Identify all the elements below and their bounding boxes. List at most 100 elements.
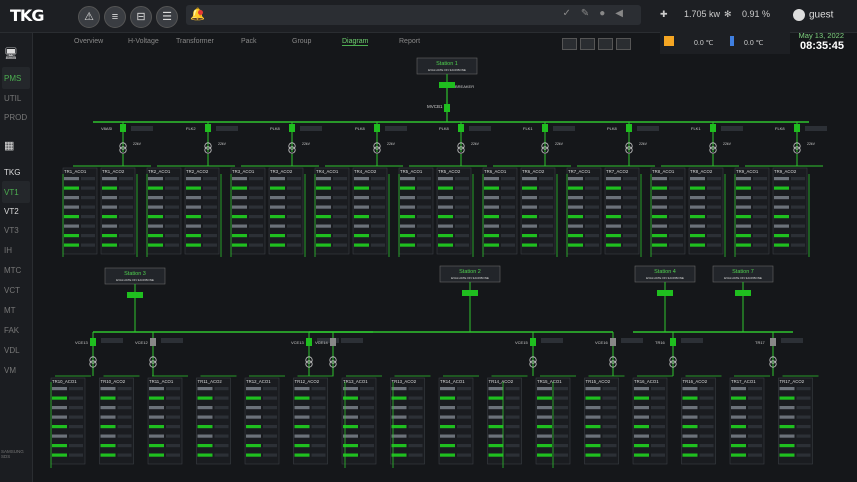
monitor-icon[interactable]: 🖥 [4,47,18,60]
panel-val [753,186,767,190]
panel-cell [537,415,552,419]
fullscreen-icon[interactable] [616,38,631,50]
panel-cell [149,406,164,410]
feeder-value [637,126,659,131]
breaker [530,338,536,346]
panel-val [165,234,179,238]
tab-overview[interactable]: Overview [74,38,103,45]
tab-transformer[interactable]: Transformer [176,38,214,45]
feeder-name: FLK8 [775,126,785,131]
panel-val [117,406,132,410]
sidebar-footer: SAMSUNG SDS [1,449,24,459]
mid-feeder-name: VCE13 [75,340,88,345]
sidebar-item-mtc[interactable]: MTC [4,266,21,275]
feeder-name: FLK2 [186,126,196,131]
sidebar-item-vt3[interactable]: VT3 [4,226,19,235]
panel-val [417,205,431,209]
zoom-in-icon[interactable] [562,38,577,50]
breaker [458,124,464,132]
panel-title: TR6_ACO2 [522,169,545,174]
panel-cell [391,425,407,429]
plus-icon[interactable]: ✚ [660,9,668,20]
sidebar-item-prod[interactable]: PROD [4,113,27,122]
sidebar-item-vct[interactable]: VCT [4,286,20,295]
panel-val [117,425,132,429]
sidebar-item-vt2[interactable]: VT2 [4,207,19,216]
panel-cell [736,186,751,190]
panel-cell [102,186,117,190]
panel-val [554,396,568,400]
user-menu[interactable]: guest [793,9,833,21]
panel-title: TR13_ACO2 [392,379,417,384]
single-line-diagram[interactable]: Station 1EVALUATE ON 3ACKBONEBREAKERMVCB… [33,52,857,482]
panel-cell [568,186,583,190]
notification-actions-icon[interactable]: ✓✎●◀ [563,8,634,19]
tab-report[interactable]: Report [399,38,420,45]
fit-icon[interactable] [598,38,613,50]
sidebar-item-util[interactable]: UTIL [4,94,21,103]
panel-val [699,406,714,410]
tab-group[interactable]: Group [292,38,311,45]
sidebar-item-pms[interactable]: PMS [4,74,21,83]
database-icon[interactable]: ⊟ [130,6,152,28]
tab-h-voltage[interactable]: H-Voltage [128,38,159,45]
panel-cell [316,234,331,238]
panel-cell [634,396,649,400]
sidebar-item-mt[interactable]: MT [4,306,16,315]
sidebar-item-vt1[interactable]: VT1 [4,188,19,197]
panel-val [585,243,599,247]
zoom-out-icon[interactable] [580,38,595,50]
mid-feeder-name: TR16 [655,340,666,345]
notification-bar[interactable]: 🔔 ✓✎●◀ [186,5,641,25]
sliders-icon[interactable]: ≡ [104,6,126,28]
mid-feeder-name: VCE14 [315,340,328,345]
panel-cell [690,205,705,209]
panel-val [669,243,683,247]
panel-cell [731,415,746,419]
tab-diagram[interactable]: Diagram [342,38,369,46]
panel-cell [690,196,705,200]
tab-pack[interactable]: Pack [241,38,257,45]
sidebar-item-vm[interactable]: VM [4,366,16,375]
panel-cell [52,415,67,419]
panel-val [117,444,132,448]
panel-val [371,215,385,219]
app-logo[interactable]: TKG [10,6,48,25]
panel-cell [100,453,116,457]
panel-cell [316,205,331,209]
sidebar-item-tkg[interactable]: TKG [4,168,20,177]
panel-cell [294,396,310,400]
panel-cell [391,415,407,419]
alert-icon[interactable]: ⚠ [78,6,100,28]
bell-icon[interactable]: 🔔 [190,7,205,21]
panel-cell [568,196,583,200]
panel-val [585,196,599,200]
panel-val [585,224,599,228]
panel-val [455,215,469,219]
panel-cell [438,243,453,247]
panel-cell [537,396,552,400]
panel-cell [522,243,537,247]
panel [230,167,266,255]
panel-cell [606,224,621,228]
sidebar-item-fak[interactable]: FAK [4,326,19,335]
panel-val [707,186,721,190]
feeder-name: FLK1 [523,126,533,131]
panel-val [539,196,553,200]
sidebar-item-vdl[interactable]: VDL [4,346,20,355]
panel-val [753,177,767,181]
panel-cell [731,444,746,448]
panel-cell [270,234,285,238]
panel-val [360,453,374,457]
panel-cell [537,387,552,391]
breaker [306,338,312,346]
panel-val [214,453,229,457]
sidebar-item-ih[interactable]: IH [4,246,12,255]
panel-val [333,205,347,209]
building-icon[interactable]: ▦ [4,139,14,152]
list-icon[interactable]: ☰ [156,6,178,28]
panel-cell [100,434,116,438]
panel-title: TR16_ACO2 [683,379,708,384]
panel-cell [606,177,621,181]
panel-cell [270,243,285,247]
